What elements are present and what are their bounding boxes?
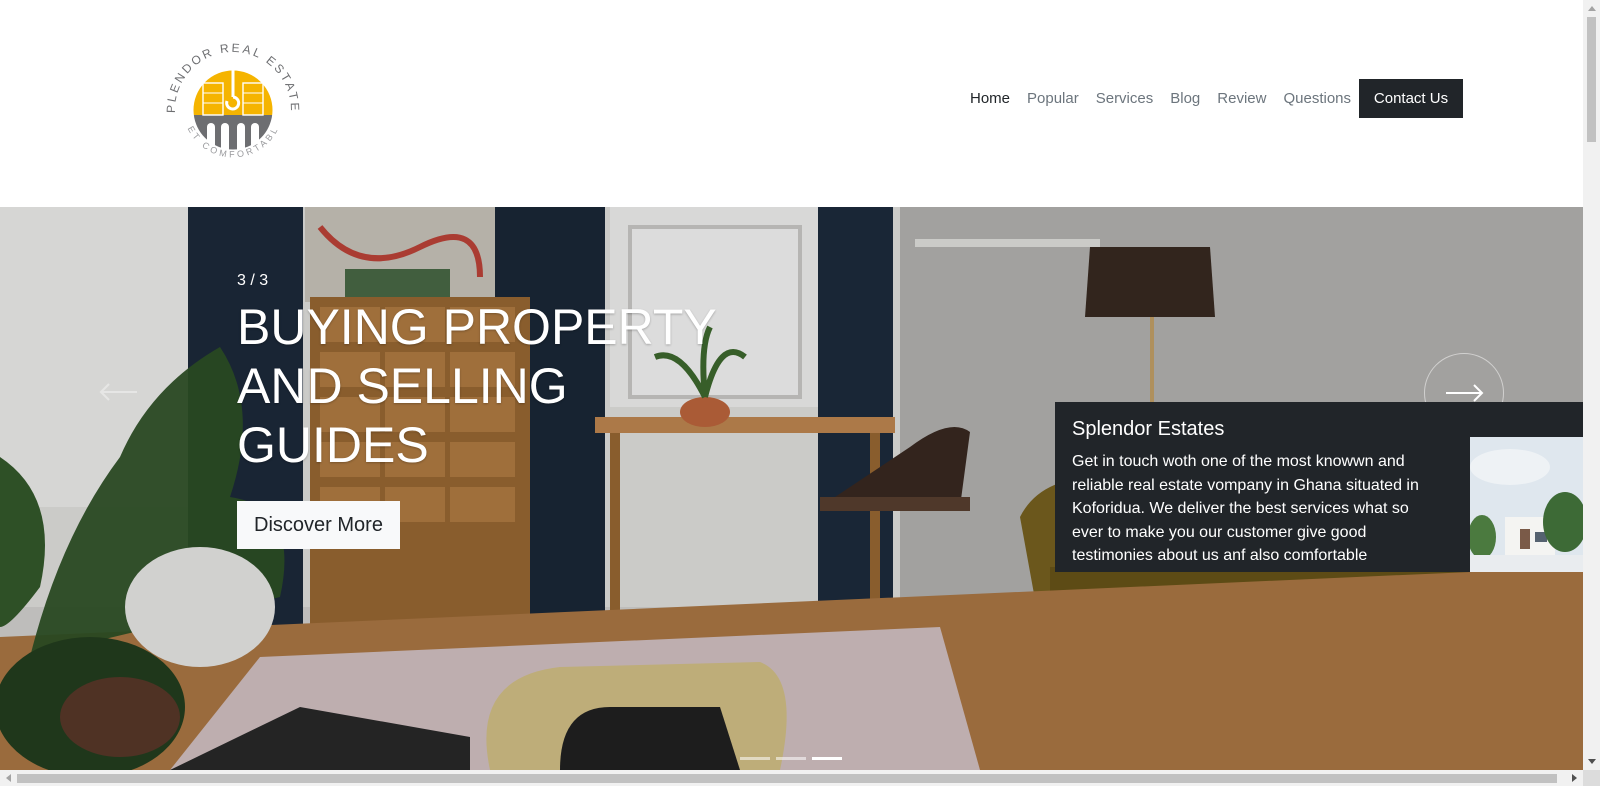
scroll-left-icon[interactable] — [0, 770, 17, 786]
scrollbar-corner — [1583, 770, 1600, 786]
carousel-indicator[interactable] — [776, 757, 806, 760]
brand-logo[interactable]: SPLENDOR REAL ESTATES GET COMFORTABLE — [158, 24, 303, 170]
nav-link-review[interactable]: Review — [1217, 90, 1266, 107]
nav-link-popular[interactable]: Popular — [1027, 90, 1079, 107]
nav-link-services[interactable]: Services — [1096, 90, 1154, 107]
info-card: Splendor Estates Get in touch woth one o… — [1055, 402, 1583, 572]
vertical-scrollbar[interactable] — [1583, 0, 1600, 770]
carousel-indicators — [740, 757, 848, 760]
discover-more-button[interactable]: Discover More — [237, 501, 400, 549]
hero-caption: 3 / 3 BUYING PROPERTY AND SELLING GUIDES… — [237, 272, 757, 549]
scroll-right-icon[interactable] — [1566, 770, 1583, 786]
carousel-prev-button[interactable] — [80, 353, 158, 431]
info-card-thumbnail[interactable] — [1470, 437, 1583, 572]
horizontal-scrollbar[interactable] — [0, 770, 1583, 786]
horizontal-scroll-thumb[interactable] — [17, 774, 1557, 783]
arrow-left-icon — [99, 383, 137, 401]
nav-link-blog[interactable]: Blog — [1170, 90, 1200, 107]
scroll-up-icon[interactable] — [1583, 0, 1600, 17]
nav-link-questions[interactable]: Questions — [1283, 90, 1351, 107]
carousel-indicator[interactable] — [740, 757, 770, 760]
slide-counter: 3 / 3 — [237, 272, 269, 289]
contact-us-button[interactable]: Contact Us — [1359, 78, 1464, 118]
vertical-scroll-thumb[interactable] — [1587, 17, 1596, 142]
hero-title: BUYING PROPERTY AND SELLING GUIDES — [237, 299, 716, 473]
site-header: SPLENDOR REAL ESTATES GET COMFORTABLE — [0, 0, 1583, 207]
scroll-down-icon[interactable] — [1583, 753, 1600, 770]
carousel-indicator-active[interactable] — [812, 757, 842, 760]
main-nav: Home Popular Services Blog Review Questi… — [970, 78, 1464, 118]
info-card-text: Get in touch woth one of the most knowwn… — [1072, 453, 1419, 564]
arrow-right-icon — [1446, 384, 1484, 402]
nav-link-home[interactable]: Home — [970, 90, 1010, 107]
info-card-title: Splendor Estates — [1072, 418, 1225, 440]
